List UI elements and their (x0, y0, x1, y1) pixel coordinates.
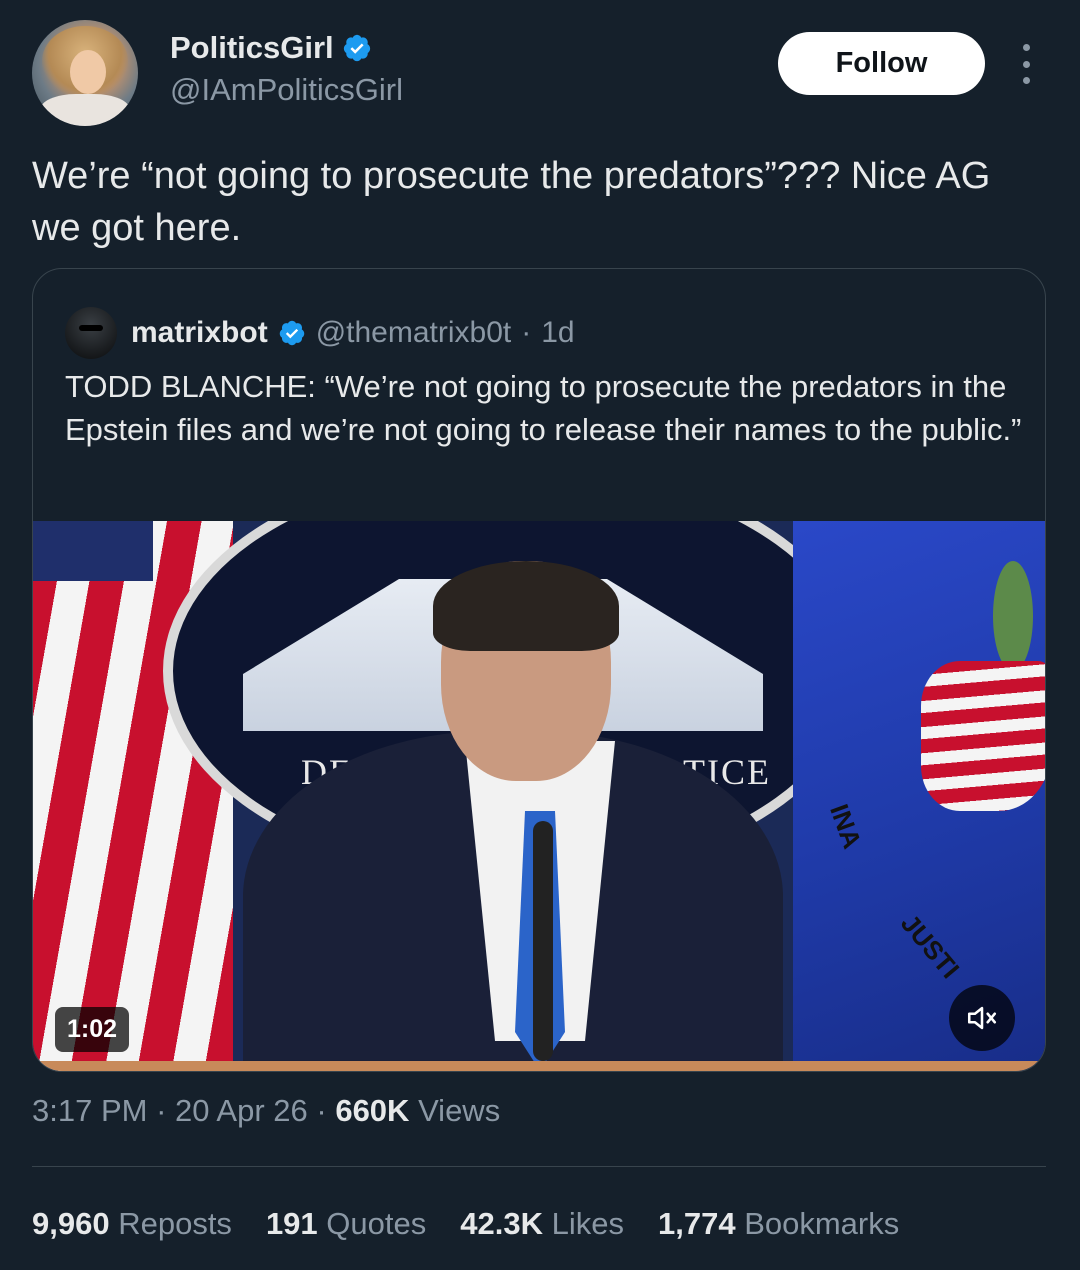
stat-bookmarks[interactable]: 1,774 Bookmarks (658, 1206, 899, 1242)
avatar-face (70, 50, 106, 94)
likes-label: Likes (551, 1206, 624, 1241)
reposts-count: 9,960 (32, 1206, 110, 1241)
author-name-row[interactable]: PoliticsGirl (170, 30, 372, 66)
quotes-label: Quotes (326, 1206, 427, 1241)
tweet-meta: 3:17 PM · 20 Apr 26 · 660K Views (32, 1093, 500, 1129)
microphone (533, 821, 553, 1061)
views-count: 660K (335, 1093, 410, 1128)
tweet-text: We’re “not going to prosecute the predat… (32, 155, 991, 249)
reposts-label: Reposts (118, 1206, 232, 1241)
likes-count: 42.3K (460, 1206, 543, 1241)
quoted-tweet-card[interactable]: matrixbot @thematrixb0t · 1d TODD BLANCH… (32, 268, 1046, 1072)
more-options-icon[interactable] (1014, 44, 1038, 84)
author-handle[interactable]: @IAmPoliticsGirl (170, 72, 403, 108)
dot (1022, 60, 1030, 68)
bookmarks-label: Bookmarks (744, 1206, 900, 1241)
quoted-tweet-header: matrixbot @thematrixb0t · 1d (131, 307, 575, 359)
views-label: Views (418, 1093, 501, 1128)
stat-quotes[interactable]: 191 Quotes (266, 1206, 426, 1242)
eagle-shield (921, 661, 1045, 811)
olive-branch (993, 561, 1033, 671)
speaker-hair (433, 561, 619, 651)
verified-badge-icon (279, 320, 304, 346)
quoted-author-handle[interactable]: @thematrixb0t (316, 316, 512, 350)
tweet-date[interactable]: 20 Apr 26 (175, 1093, 308, 1128)
flag-canton (33, 521, 153, 581)
stat-reposts[interactable]: 9,960 Reposts (32, 1206, 232, 1242)
quotes-count: 191 (265, 1206, 318, 1241)
engagement-stats: 9,960 Reposts 191 Quotes 42.3K Likes 1,7… (32, 1206, 899, 1242)
separator-dot: · (316, 1093, 327, 1128)
quoted-tweet-text: TODD BLANCHE: “We’re not going to prosec… (65, 369, 1022, 447)
quoted-author-avatar[interactable] (65, 307, 117, 359)
avatar-glasses (79, 325, 103, 331)
video-player[interactable]: DEPA TICE INA JUSTI 1:02 (33, 521, 1045, 1071)
verified-badge-icon (343, 34, 370, 62)
separator-dot: · (156, 1093, 167, 1128)
dot (1022, 44, 1030, 51)
quoted-tweet-age[interactable]: 1d (541, 316, 574, 350)
follow-button[interactable]: Follow (778, 32, 985, 95)
tweet-time[interactable]: 3:17 PM (32, 1093, 147, 1128)
quoted-author-name[interactable]: matrixbot (131, 316, 268, 350)
unmute-button[interactable] (949, 985, 1015, 1051)
author-display-name[interactable]: PoliticsGirl (170, 30, 334, 66)
podium (33, 1061, 1045, 1071)
stat-likes[interactable]: 42.3K Likes (460, 1206, 624, 1242)
author-avatar[interactable] (32, 20, 138, 126)
bookmarks-count: 1,774 (657, 1206, 736, 1241)
dot (1022, 77, 1030, 84)
avatar-shirt (40, 94, 130, 126)
separator-dot: · (521, 316, 532, 349)
video-duration-badge: 1:02 (55, 1007, 130, 1052)
muted-speaker-icon (967, 1006, 997, 1030)
divider (32, 1166, 1046, 1167)
